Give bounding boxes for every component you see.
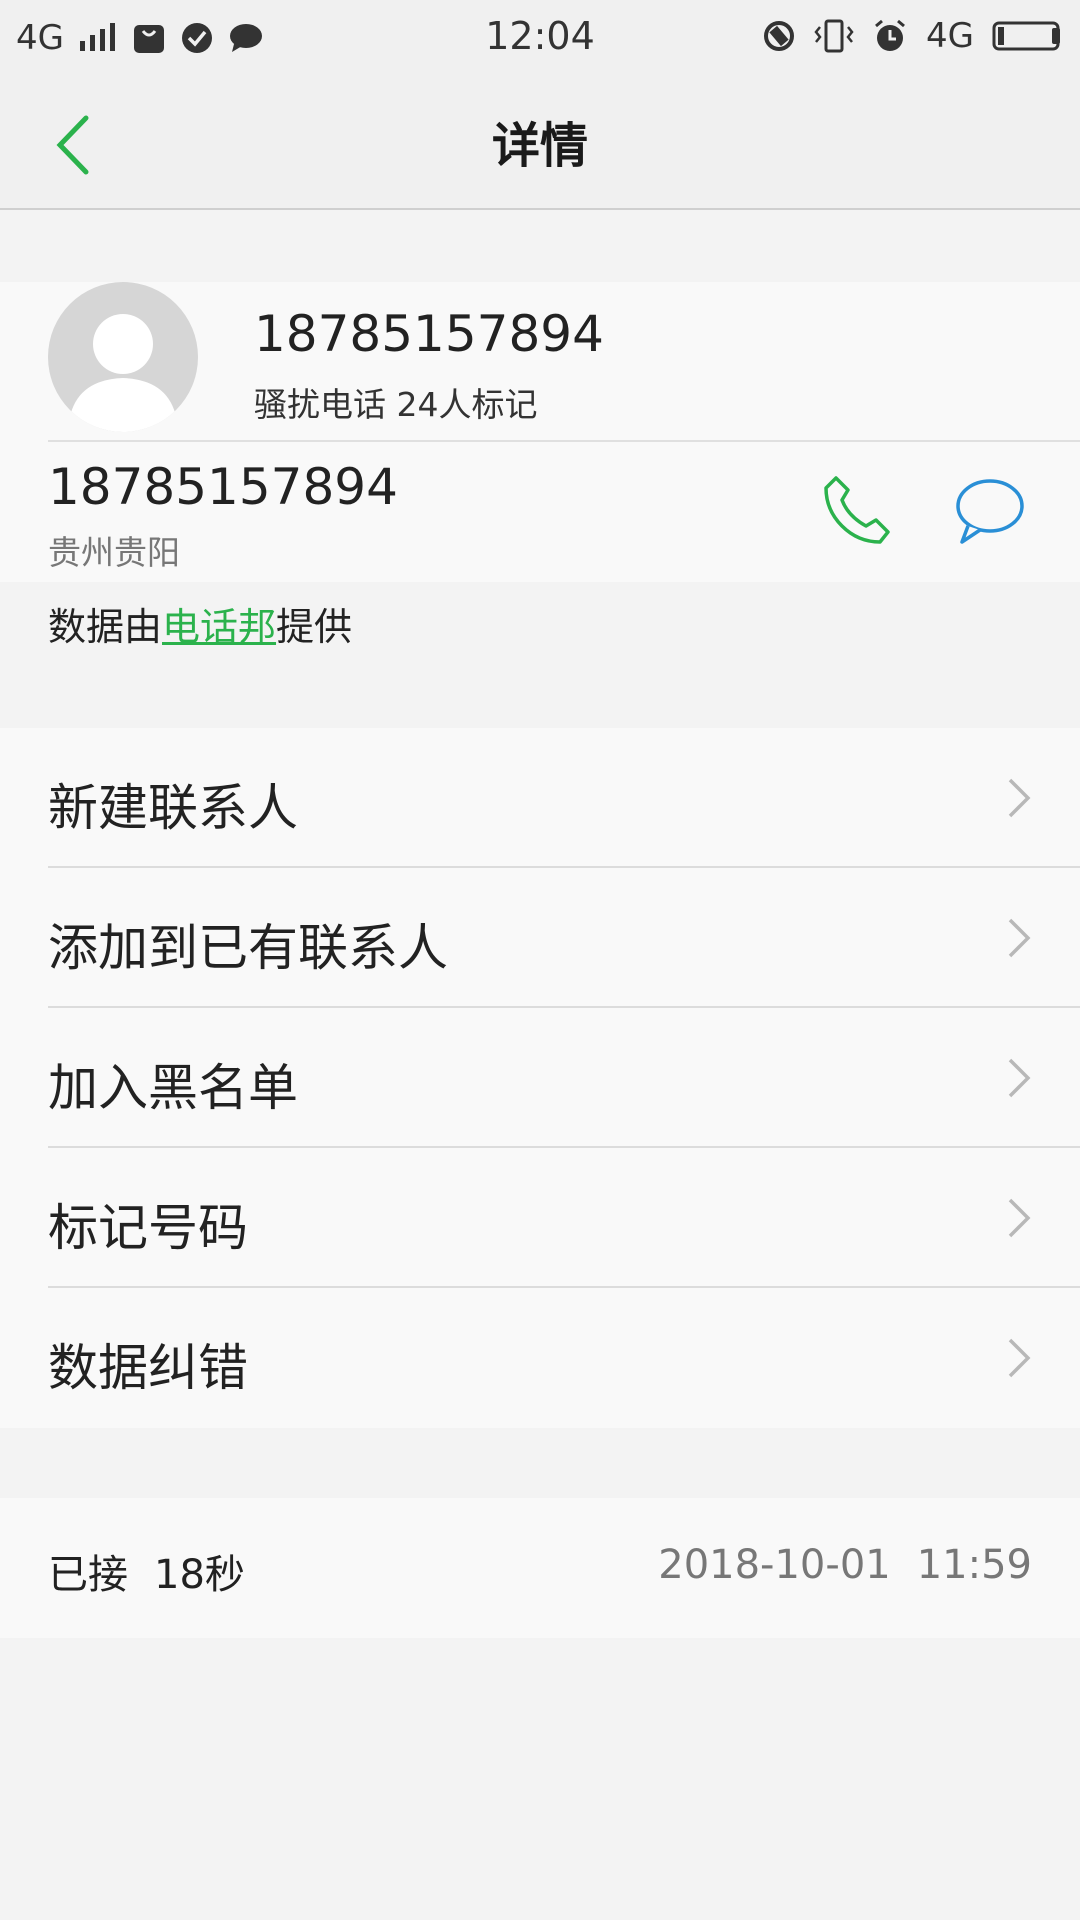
call-status: 已接 18秒	[48, 1542, 245, 1600]
menu-item-add-to-existing[interactable]: 添加到已有联系人	[0, 868, 1080, 1008]
call-duration: 18秒	[154, 1552, 245, 1598]
call-status-label: 已接	[48, 1552, 128, 1598]
menu-item-mark-number[interactable]: 标记号码	[0, 1148, 1080, 1288]
menu-item-data-correction[interactable]: 数据纠错	[0, 1288, 1080, 1428]
spam-tag: 骚扰电话 24人标记	[254, 385, 538, 424]
message-button[interactable]	[950, 474, 1030, 548]
contact-number: 18785157894	[254, 305, 604, 363]
menu-item-label: 添加到已有联系人	[48, 919, 448, 977]
app-bar: 详情	[0, 76, 1080, 210]
network-4g-label: 4G	[926, 16, 974, 56]
alarm-icon	[875, 19, 905, 51]
status-bar: 4G 12:04 4G	[0, 0, 1080, 76]
battery-icon	[992, 21, 1060, 51]
status-right: 4G	[762, 16, 1066, 56]
menu-item-label: 新建联系人	[48, 779, 298, 837]
menu-item-label: 加入黑名单	[48, 1059, 298, 1117]
call-timestamp: 2018-10-01 11:59	[658, 1542, 1032, 1588]
call-date: 2018-10-01	[658, 1542, 891, 1588]
action-menu: 新建联系人 添加到已有联系人 加入黑名单 标记号码 数据纠错	[0, 728, 1080, 1428]
menu-item-blacklist[interactable]: 加入黑名单	[0, 1008, 1080, 1148]
menu-item-label: 数据纠错	[48, 1339, 248, 1397]
phone-number: 18785157894	[48, 458, 398, 516]
vibrate-icon	[814, 19, 854, 53]
chevron-right-icon	[1008, 778, 1031, 818]
chevron-right-icon	[1008, 1058, 1031, 1098]
menu-item-new-contact[interactable]: 新建联系人	[0, 728, 1080, 868]
page-title: 详情	[491, 118, 588, 174]
chevron-right-icon	[1008, 918, 1031, 958]
person-icon	[68, 314, 178, 432]
avatar	[48, 282, 198, 432]
chevron-right-icon	[1008, 1198, 1031, 1238]
data-credit: 数据由电话邦提供	[48, 596, 352, 651]
chevron-right-icon	[1008, 1338, 1031, 1378]
call-button[interactable]	[818, 470, 898, 550]
rotation-icon	[764, 21, 795, 51]
credit-prefix: 数据由	[48, 605, 163, 649]
credit-suffix: 提供	[276, 605, 353, 649]
divider	[48, 440, 1080, 442]
credit-link[interactable]: 电话邦	[162, 605, 276, 649]
call-log-entry: 已接 18秒 2018-10-01 11:59	[0, 1498, 1080, 1638]
call-time: 11:59	[916, 1542, 1032, 1588]
menu-item-label: 标记号码	[48, 1199, 248, 1257]
phone-location: 贵州贵阳	[48, 533, 180, 572]
